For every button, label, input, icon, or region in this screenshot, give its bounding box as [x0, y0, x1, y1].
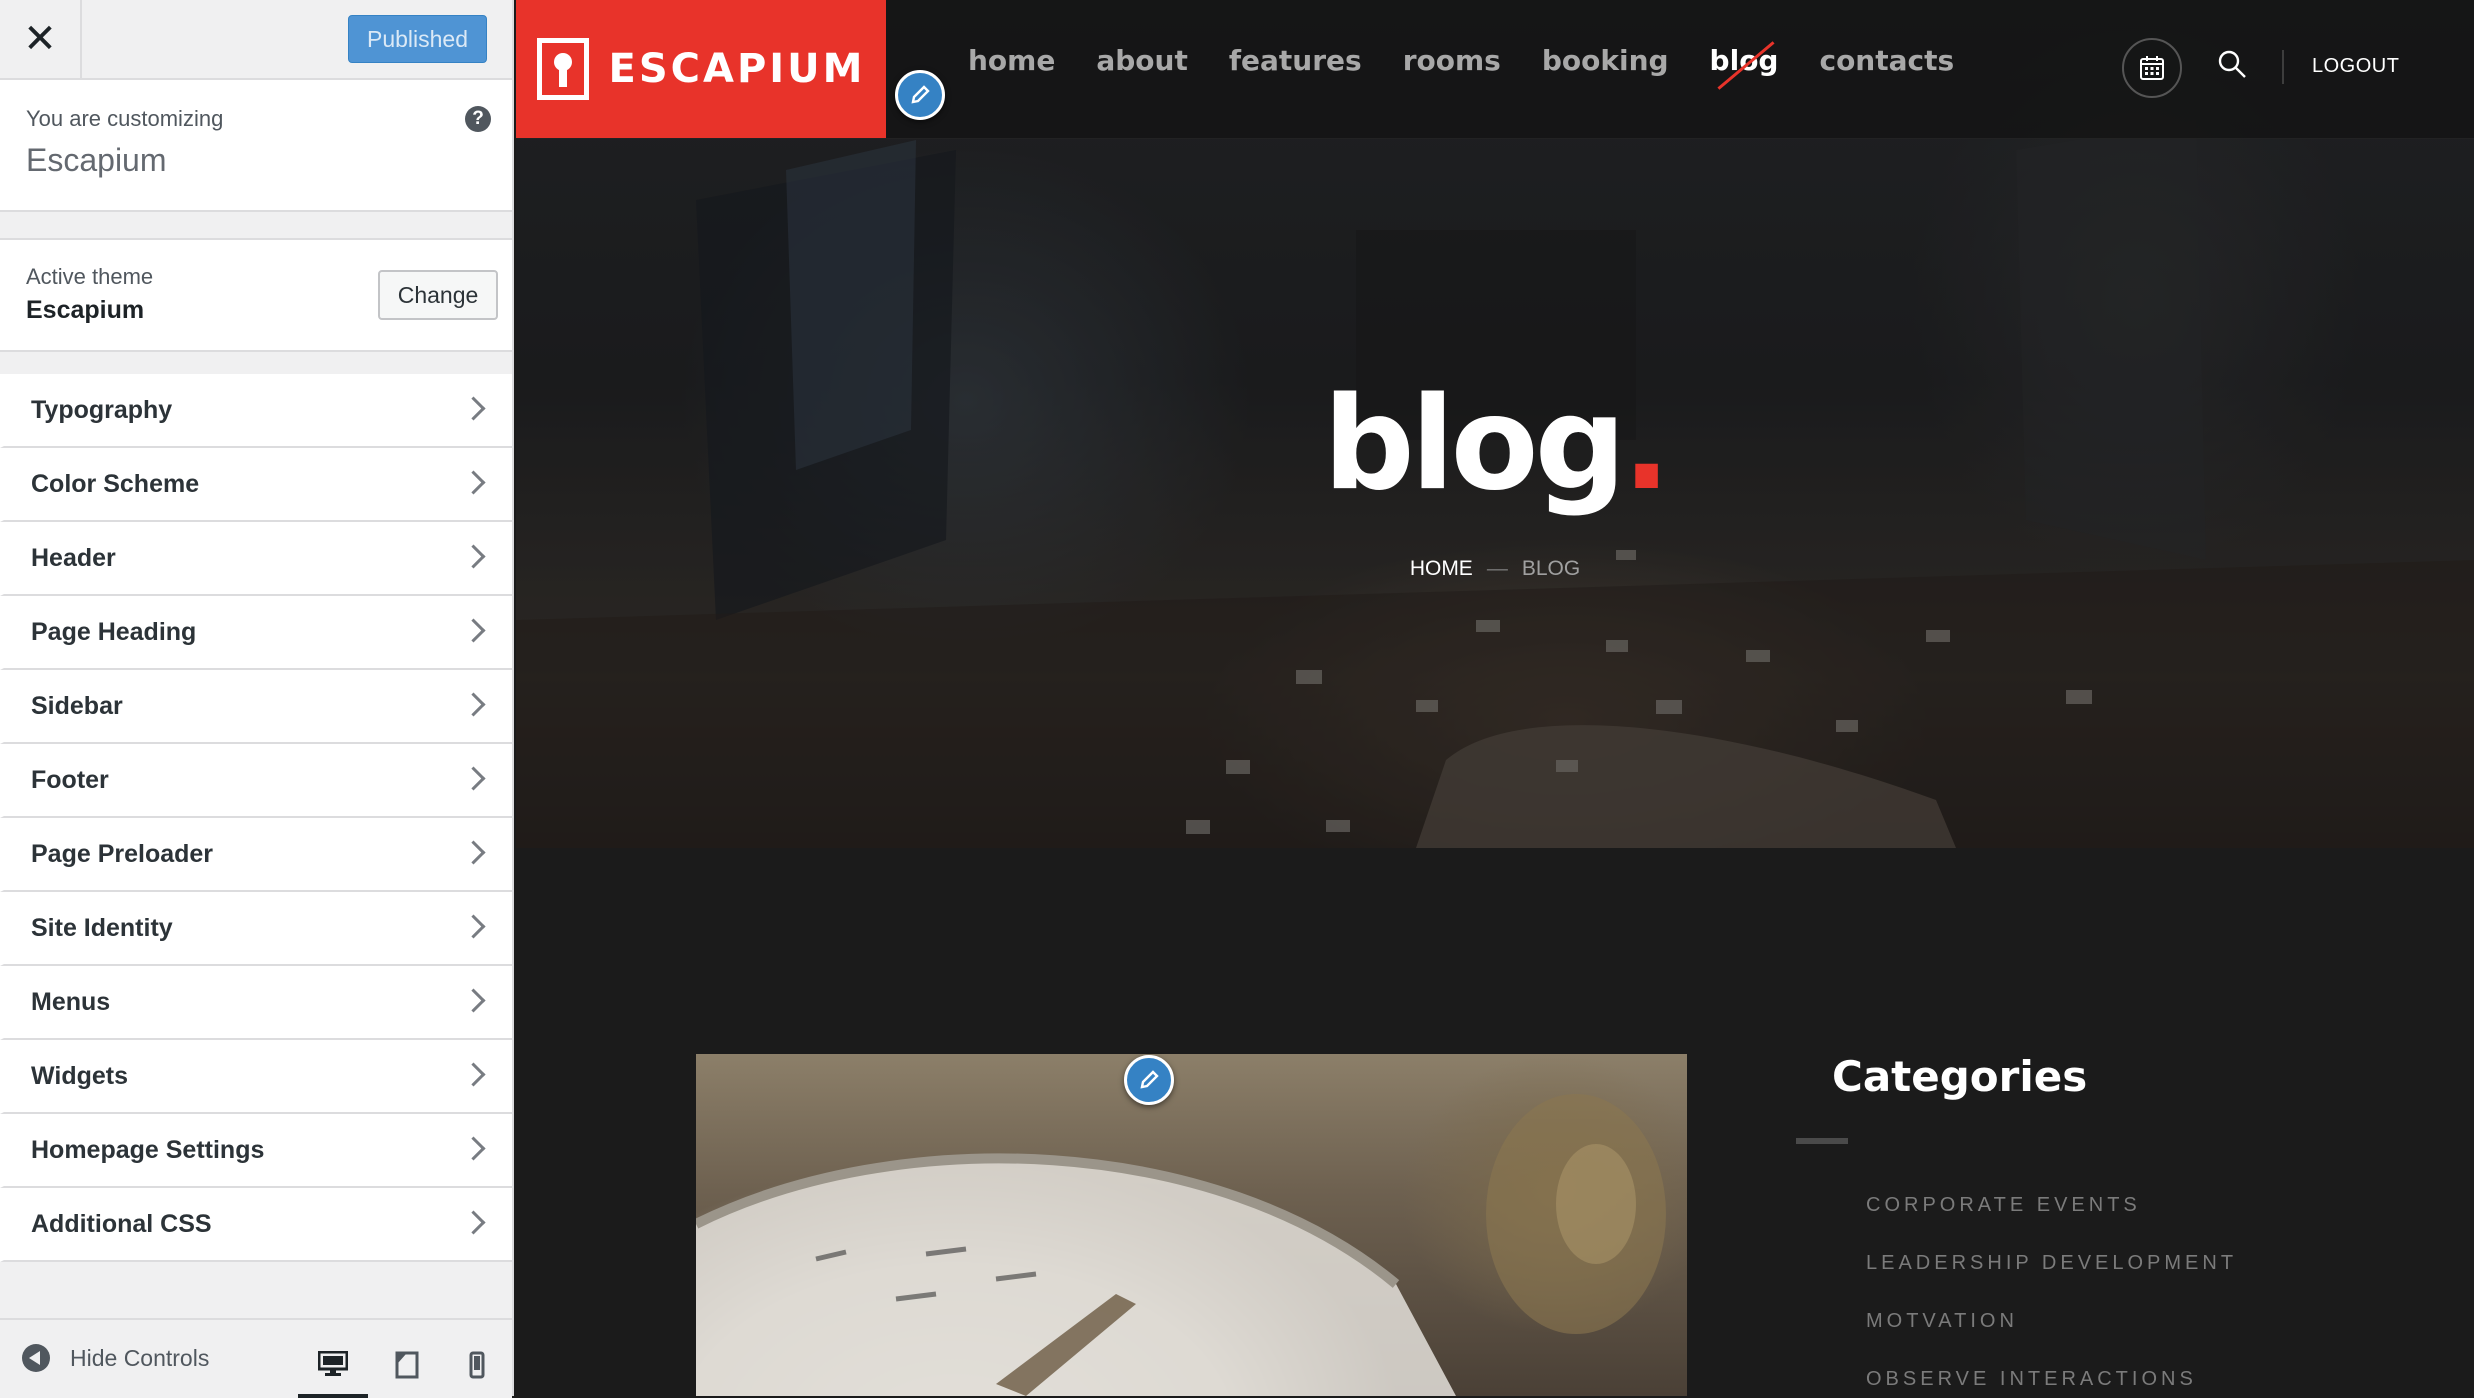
nav-features[interactable]: features [1229, 44, 1362, 77]
hero-background: ESCAPIUM home about features rooms booki… [516, 0, 2474, 848]
section-page-preloader[interactable]: Page Preloader [0, 818, 512, 892]
section-page-heading[interactable]: Page Heading [0, 596, 512, 670]
section-widgets[interactable]: Widgets [0, 1040, 512, 1114]
chevron-right-icon [461, 766, 486, 791]
pencil-icon [1140, 1070, 1159, 1089]
calendar-icon [2140, 56, 2164, 80]
search-button[interactable] [2216, 48, 2256, 88]
pencil-icon [911, 85, 930, 104]
tablet-icon [395, 1351, 419, 1379]
hide-controls-label: Hide Controls [70, 1344, 210, 1371]
header-divider [2282, 50, 2284, 84]
chevron-right-icon [461, 1210, 486, 1235]
section-additional-css[interactable]: Additional CSS [0, 1188, 512, 1262]
chevron-right-icon [461, 1062, 486, 1087]
categories-list: CORPORATE EVENTS LEADERSHIP DEVELOPMENT … [1866, 1194, 2237, 1396]
collapse-arrow-icon [22, 1344, 50, 1372]
publish-button[interactable]: Published [348, 15, 487, 63]
pocket-watch-image [696, 1094, 1666, 1396]
section-label: Footer [31, 766, 109, 794]
help-icon[interactable]: ? [465, 106, 491, 132]
section-label: Header [31, 544, 116, 572]
section-label: Site Identity [31, 914, 173, 942]
site-header: ESCAPIUM home about features rooms booki… [516, 0, 2474, 139]
main-nav: home about features rooms booking blog c… [968, 44, 1995, 77]
active-theme-name: Escapium [26, 296, 145, 324]
keyhole-logo-icon [536, 38, 589, 100]
breadcrumb-separator: — [1486, 557, 1508, 580]
section-label: Sidebar [31, 692, 123, 720]
section-menus[interactable]: Menus [0, 966, 512, 1040]
nav-contacts[interactable]: contacts [1819, 44, 1954, 77]
category-link[interactable]: CORPORATE EVENTS [1866, 1194, 2237, 1252]
chevron-right-icon [461, 988, 486, 1013]
breadcrumb-home[interactable]: HOME [1410, 557, 1473, 580]
categories-title: Categories [1832, 1052, 2088, 1101]
site-preview: ESCAPIUM home about features rooms booki… [516, 0, 2474, 1396]
section-label: Homepage Settings [31, 1136, 265, 1164]
section-list: Typography Color Scheme Header Page Head… [0, 374, 512, 1262]
section-label: Page Preloader [31, 840, 214, 868]
nav-booking[interactable]: booking [1542, 44, 1669, 77]
logo-text: ESCAPIUM [608, 46, 866, 92]
section-typography[interactable]: Typography [0, 374, 512, 448]
category-link[interactable]: LEADERSHIP DEVELOPMENT [1866, 1252, 2237, 1310]
nav-about[interactable]: about [1096, 44, 1188, 77]
section-homepage-settings[interactable]: Homepage Settings [0, 1114, 512, 1188]
section-color-scheme[interactable]: Color Scheme [0, 448, 512, 522]
edit-shortcut-widget[interactable] [1124, 1055, 1174, 1105]
booking-calendar-button[interactable] [2122, 38, 2182, 98]
section-label: Color Scheme [31, 470, 200, 498]
active-theme-label: Active theme [26, 264, 154, 289]
page-title: blog. [516, 370, 2474, 519]
desktop-icon [318, 1351, 348, 1376]
site-logo[interactable]: ESCAPIUM [516, 0, 886, 138]
customizing-label: You are customizing [26, 106, 224, 131]
section-label: Typography [31, 396, 173, 424]
section-site-identity[interactable]: Site Identity [0, 892, 512, 966]
mobile-icon [469, 1351, 485, 1379]
customizer-footer: Hide Controls [0, 1318, 512, 1398]
site-title: Escapium [26, 142, 167, 178]
category-link[interactable]: MOTVATION [1866, 1310, 2237, 1368]
section-header[interactable]: Header [0, 522, 512, 596]
section-label: Additional CSS [31, 1210, 212, 1238]
logout-link[interactable]: LOGOUT [2312, 55, 2399, 78]
customizer-header: ✕ Published [0, 0, 512, 80]
close-icon[interactable]: ✕ [0, 0, 82, 78]
nav-home[interactable]: home [968, 44, 1055, 77]
change-theme-button[interactable]: Change [378, 270, 498, 320]
nav-rooms[interactable]: rooms [1403, 44, 1501, 77]
post-featured-image[interactable] [696, 1054, 1687, 1396]
customizer-info: You are customizing Escapium ? [0, 80, 512, 212]
page-title-text: blog [1323, 370, 1626, 519]
category-link[interactable]: OBSERVE INTERACTIONS [1866, 1368, 2237, 1396]
chevron-right-icon [461, 840, 486, 865]
title-accent-dot: . [1622, 370, 1671, 519]
hide-controls-button[interactable]: Hide Controls [22, 1344, 209, 1372]
desktop-preview-button[interactable] [298, 1334, 368, 1398]
search-icon [2218, 50, 2246, 78]
chevron-right-icon [461, 470, 486, 495]
section-label: Menus [31, 988, 111, 1016]
section-sidebar[interactable]: Sidebar [0, 670, 512, 744]
chevron-right-icon [461, 544, 486, 569]
chevron-right-icon [461, 618, 486, 643]
nav-blog[interactable]: blog [1710, 44, 1779, 77]
chevron-right-icon [461, 692, 486, 717]
breadcrumb-current: BLOG [1521, 557, 1581, 580]
chevron-right-icon [461, 914, 486, 939]
customizer-panel: ✕ Published You are customizing Escapium… [0, 0, 514, 1398]
edit-shortcut-header[interactable] [895, 70, 945, 120]
chevron-right-icon [461, 396, 486, 421]
tablet-preview-button[interactable] [372, 1334, 442, 1396]
section-footer[interactable]: Footer [0, 744, 512, 818]
active-theme-panel: Active theme Escapium Change [0, 238, 512, 352]
mobile-preview-button[interactable] [442, 1334, 512, 1396]
chevron-right-icon [461, 1136, 486, 1161]
breadcrumb: HOME — BLOG [516, 557, 2474, 581]
section-label: Page Heading [31, 618, 197, 646]
categories-divider [1796, 1138, 1848, 1144]
section-label: Widgets [31, 1062, 128, 1090]
